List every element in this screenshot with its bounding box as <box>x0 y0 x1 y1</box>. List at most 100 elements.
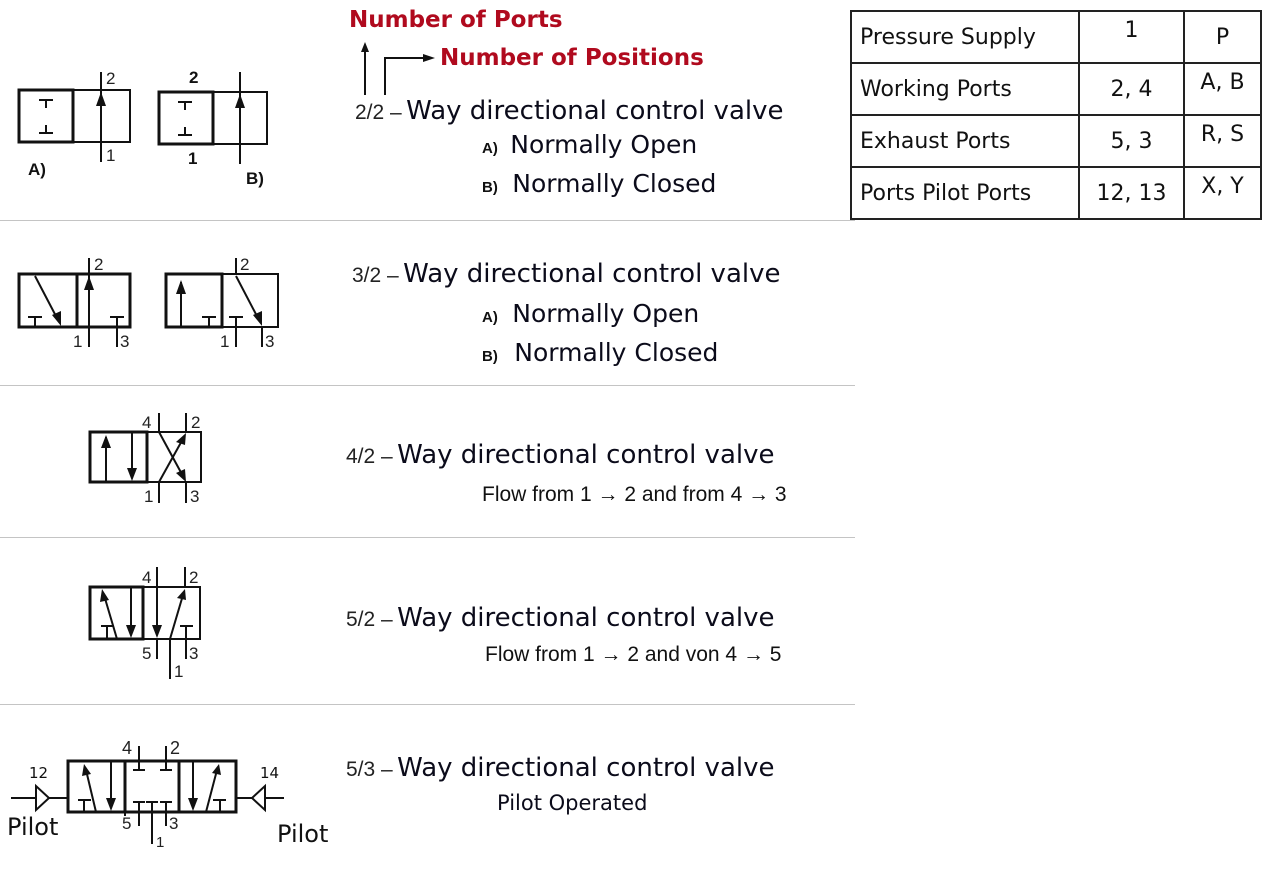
flow-description: Flow from 1 → 2 and von 4 → 5 <box>485 643 782 666</box>
table-cell: Working Ports <box>850 62 1080 116</box>
flow-arrow-icon <box>82 764 91 776</box>
valve-title: Way directional control valve <box>397 603 775 633</box>
valve-variant-line: B) Normally Closed <box>482 338 718 367</box>
table-cell: Pressure Supply <box>850 10 1080 64</box>
port-label: 1 <box>73 332 82 351</box>
flow-arrow-icon <box>176 469 186 482</box>
flow-arrow-icon <box>177 589 186 600</box>
flow-arrow-icon <box>126 625 136 638</box>
valve-position-box <box>221 273 279 328</box>
port-label: 5 <box>122 814 131 833</box>
port-label: 3 <box>169 814 178 833</box>
port-label: 3 <box>190 487 199 506</box>
flow-arrow-icon <box>84 276 94 290</box>
valve-heading: 5/2 – Way directional control valve <box>346 603 774 633</box>
valve-symbol-4-2: 4 2 1 3 <box>88 413 202 506</box>
flow-arrow-icon <box>127 468 137 481</box>
valve-heading: 3/2 – Way directional control valve <box>352 259 780 289</box>
table-cell: 1 <box>1078 10 1185 64</box>
port-label: 2 <box>170 738 180 758</box>
variant-tag: A) <box>28 160 46 179</box>
table-cell: P <box>1183 10 1262 64</box>
pilot-triangle-icon <box>250 783 266 813</box>
valve-heading: 4/2 – Way directional control valve <box>346 440 774 470</box>
valve-position-box <box>75 272 132 329</box>
valve-code: 2/2 – <box>355 101 402 124</box>
number-of-ports-label: Number of Ports <box>349 7 563 33</box>
flow-arrow-icon <box>106 798 116 811</box>
port-label: 2 <box>106 69 115 88</box>
port-label: 1 <box>174 662 183 681</box>
arrow-up-icon <box>361 42 369 52</box>
port-label: 2 <box>189 568 198 587</box>
flow-arrow-icon <box>235 94 245 108</box>
variant-marker: A) <box>482 309 498 326</box>
port-label: 1 <box>106 146 115 165</box>
port-label: 2 <box>189 68 199 87</box>
table-cell: 12, 13 <box>1078 166 1185 220</box>
table-cell: X, Y <box>1183 166 1262 220</box>
flow-arrow-icon <box>100 589 109 602</box>
port-label: 5 <box>142 644 151 663</box>
valve-position-box <box>17 88 75 144</box>
number-of-positions-label: Number of Positions <box>440 45 704 71</box>
variant-marker: A) <box>482 140 498 157</box>
valve-position-box <box>157 90 215 146</box>
pilot-triangle-icon <box>35 783 51 813</box>
flow-arrow-icon <box>176 280 186 294</box>
port-label: 2 <box>240 255 249 274</box>
valve-title: Way directional control valve <box>397 440 775 470</box>
port-label: 2 <box>94 255 103 274</box>
port-label: 1 <box>220 332 229 351</box>
valve-symbol-5-3-pilot: 4 2 5 3 1 <box>11 738 284 851</box>
table-row: Working Ports 2, 4 A, B <box>850 62 1262 116</box>
table-row: Pressure Supply 1 P <box>850 10 1262 64</box>
arrow-right-icon <box>423 54 435 62</box>
table-cell: Exhaust Ports <box>850 114 1080 168</box>
variant-marker: B) <box>482 348 498 365</box>
flow-description: Flow from 1 → 2 and from 4 → 3 <box>482 483 787 506</box>
table-cell: 5, 3 <box>1078 114 1185 168</box>
valve-title: Way directional control valve <box>406 96 784 126</box>
valve-variant-line: B) Normally Closed <box>482 169 716 198</box>
flow-arrow-icon <box>96 92 106 106</box>
valve-heading: 5/3 – Way directional control valve <box>346 753 774 783</box>
variant-text: Normally Closed <box>514 338 719 367</box>
valve-variant-line: A) Normally Open <box>482 299 699 328</box>
port-label: 4 <box>142 568 151 587</box>
port-label: 4 <box>122 738 132 758</box>
port-designation-table: Pressure Supply 1 P Working Ports 2, 4 A… <box>850 10 1262 220</box>
table-cell: R, S <box>1183 114 1262 168</box>
flow-arrow-icon <box>101 435 111 448</box>
port-label: 4 <box>142 413 151 432</box>
valve-symbol-3-2: 2 1 3 2 1 3 <box>17 255 279 351</box>
valve-position-box <box>164 272 224 329</box>
operation-description: Pilot Operated <box>497 791 648 815</box>
port-label: 2 <box>191 413 200 432</box>
valve-code: 5/2 – <box>346 608 393 631</box>
port-label: 1 <box>188 149 198 168</box>
port-label: 3 <box>189 644 198 663</box>
valve-code: 3/2 – <box>352 264 399 287</box>
pilot-label: Pilot <box>277 820 329 848</box>
table-row: Exhaust Ports 5, 3 R, S <box>850 114 1262 168</box>
valve-title: Way directional control valve <box>403 259 781 289</box>
flow-arrow-icon <box>212 764 221 775</box>
port-label: 3 <box>120 332 129 351</box>
variant-tag: B) <box>246 169 264 188</box>
port-label: 3 <box>265 332 274 351</box>
valve-code: 5/3 – <box>346 758 393 781</box>
valve-variant-line: A) Normally Open <box>482 130 697 159</box>
valve-symbol-5-2: 4 2 5 3 1 <box>88 567 201 681</box>
table-cell: 2, 4 <box>1078 62 1185 116</box>
variant-marker: B) <box>482 179 498 196</box>
flow-arrow-icon <box>152 625 162 638</box>
pilot-port-number: 14 <box>260 764 280 782</box>
pilot-port-number: 12 <box>29 764 49 782</box>
flow-arrow-icon <box>176 433 186 445</box>
valve-heading: 2/2 – Way directional control valve <box>355 96 783 126</box>
valve-position-box <box>88 585 145 641</box>
variant-text: Normally Open <box>510 130 698 159</box>
valve-title: Way directional control valve <box>397 753 775 783</box>
variant-text: Normally Open <box>512 299 700 328</box>
